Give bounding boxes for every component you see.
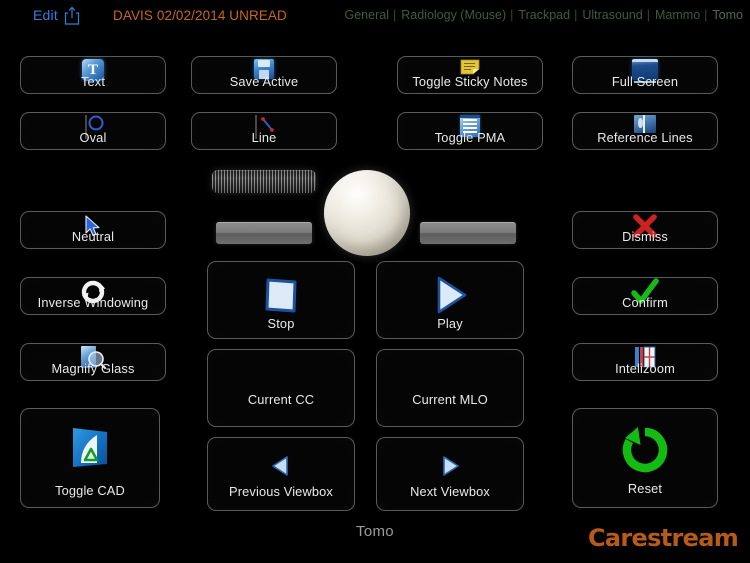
toggle-sticky-notes-button[interactable]: Toggle Sticky Notes xyxy=(397,56,543,94)
trackball[interactable] xyxy=(324,170,410,256)
button-label: Text xyxy=(80,74,106,89)
button-label: Intelizoom xyxy=(615,361,675,376)
play-button[interactable]: Play xyxy=(376,261,524,339)
stop-square-icon xyxy=(260,276,302,321)
tab-trackpad[interactable]: Trackpad xyxy=(517,8,571,22)
carestream-logo: Carestream xyxy=(588,524,739,552)
tab-separator: | xyxy=(704,8,708,22)
button-label: Next Viewbox xyxy=(410,484,490,499)
line-button[interactable]: Line xyxy=(191,112,337,150)
button-label: Toggle CAD xyxy=(55,483,125,498)
button-label: Stop xyxy=(267,316,295,331)
toggle-pma-button[interactable]: Toggle PMA xyxy=(397,112,543,150)
button-label: Confirm xyxy=(622,295,668,310)
button-label: Line xyxy=(251,130,277,145)
full-screen-button[interactable]: Full Screen xyxy=(572,56,718,94)
triangle-right-icon xyxy=(437,454,463,483)
button-label: Inverse Windowing xyxy=(37,295,149,310)
tab-separator: | xyxy=(510,8,514,22)
tab-tomo[interactable]: Tomo xyxy=(711,8,744,22)
stop-button[interactable]: Stop xyxy=(207,261,355,339)
dismiss-button[interactable]: Dismiss xyxy=(572,211,718,249)
reference-lines-button[interactable]: Reference Lines xyxy=(572,112,718,150)
cad-icon xyxy=(67,423,113,469)
current-mlo-button[interactable]: Current MLO xyxy=(376,349,524,427)
save-active-button[interactable]: Save Active xyxy=(191,56,337,94)
tab-separator: | xyxy=(646,8,651,22)
tab-general[interactable]: General xyxy=(344,8,390,22)
scroll-wheel[interactable] xyxy=(212,170,316,193)
button-label: Reference Lines xyxy=(597,130,693,145)
button-label: Full Screen xyxy=(611,74,679,89)
patient-status-label: DAVIS 02/02/2014 UNREAD xyxy=(113,8,287,23)
current-cc-button[interactable]: Current CC xyxy=(207,349,355,427)
mode-tabs: General | Radiology (Mouse) | Trackpad |… xyxy=(344,8,745,22)
triangle-left-icon xyxy=(268,454,294,483)
neutral-button[interactable]: Neutral xyxy=(20,211,166,249)
tab-ultrasound[interactable]: Ultrasound xyxy=(581,8,643,22)
green-reset-arrow-icon xyxy=(617,423,673,477)
reset-button[interactable]: Reset xyxy=(572,408,718,508)
button-label: Toggle Sticky Notes xyxy=(412,74,528,89)
remote-control-screen: Edit DAVIS 02/02/2014 UNREAD General | R… xyxy=(0,0,750,563)
tab-mammo[interactable]: Mammo xyxy=(654,8,701,22)
button-label: Previous Viewbox xyxy=(229,484,333,499)
button-label: Toggle PMA xyxy=(434,130,506,145)
play-triangle-icon xyxy=(428,274,472,321)
intelizoom-button[interactable]: Intelizoom xyxy=(572,343,718,381)
top-bar: Edit DAVIS 02/02/2014 UNREAD General | R… xyxy=(0,0,750,31)
button-label: Reset xyxy=(627,481,663,496)
trackball-right-button[interactable] xyxy=(420,222,516,244)
button-label: Save Active xyxy=(229,74,299,89)
button-label: Current CC xyxy=(247,391,315,407)
oval-button[interactable]: Oval xyxy=(20,112,166,150)
share-upload-icon[interactable] xyxy=(64,6,80,25)
edit-button[interactable]: Edit xyxy=(33,7,58,23)
button-label: Neutral xyxy=(71,229,115,244)
tab-separator: | xyxy=(574,8,578,22)
trackball-left-button[interactable] xyxy=(216,222,312,244)
tab-radiology-mouse[interactable]: Radiology (Mouse) xyxy=(400,8,507,22)
next-viewbox-button[interactable]: Next Viewbox xyxy=(376,437,524,511)
button-label: Play xyxy=(437,316,463,331)
tab-separator: | xyxy=(392,8,397,22)
previous-viewbox-button[interactable]: Previous Viewbox xyxy=(207,437,355,511)
confirm-button[interactable]: Confirm xyxy=(572,277,718,315)
sticky-note-icon xyxy=(459,59,481,75)
magnify-glass-button[interactable]: Magnify Glass xyxy=(20,343,166,381)
inverse-windowing-button[interactable]: Inverse Windowing xyxy=(20,277,166,315)
text-button[interactable]: T Text xyxy=(20,56,166,94)
button-label: Magnify Glass xyxy=(51,361,135,376)
button-label: Current MLO xyxy=(412,391,488,407)
toggle-cad-button[interactable]: Toggle CAD xyxy=(20,408,160,508)
button-label: Dismiss xyxy=(622,229,668,244)
button-label: Oval xyxy=(79,130,107,145)
